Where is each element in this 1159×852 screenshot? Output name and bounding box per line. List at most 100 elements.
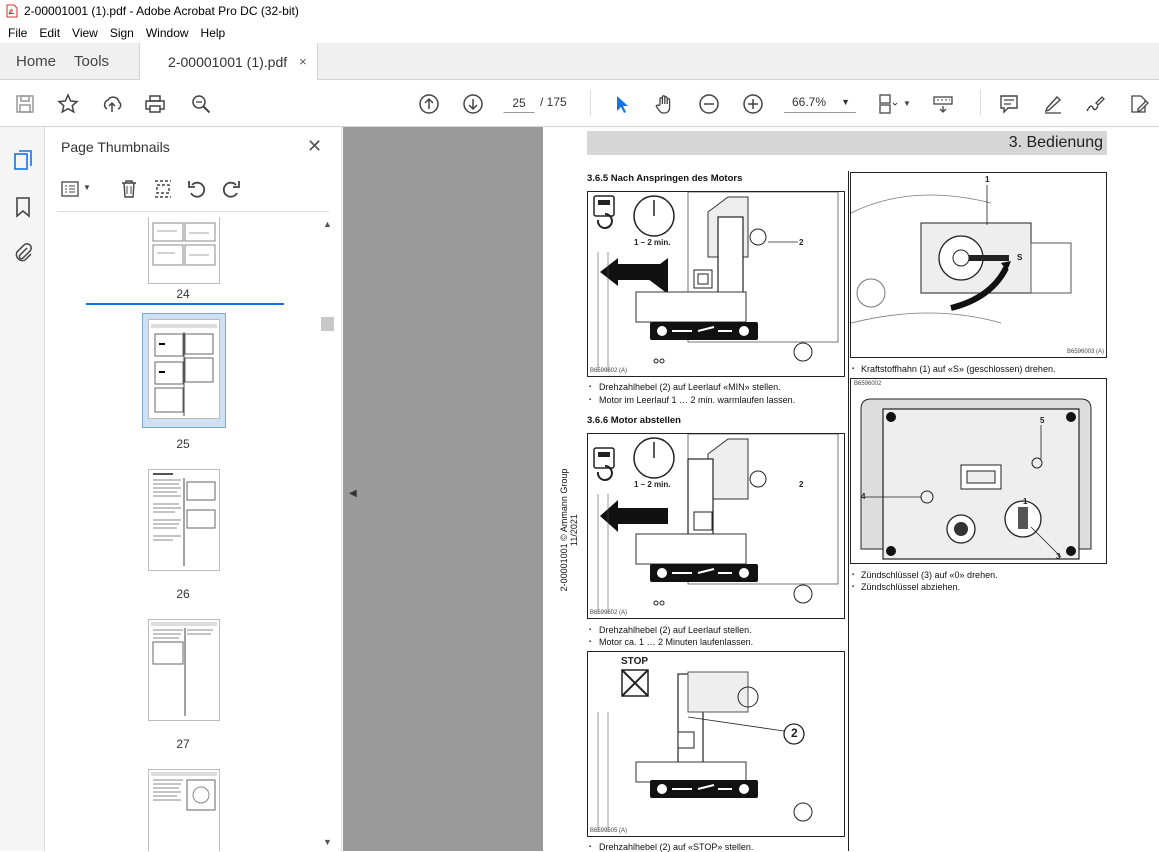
title-bar: 2-00001001 (1).pdf - Adobe Acrobat Pro D… bbox=[0, 0, 1159, 22]
tab-bar: Home Tools 2-00001001 (1).pdf × bbox=[0, 43, 1159, 80]
figure-callout: 1 bbox=[1023, 497, 1028, 506]
scroll-up-icon[interactable]: ▲ bbox=[323, 219, 332, 229]
menu-sign[interactable]: Sign bbox=[104, 26, 140, 40]
zoom-select[interactable]: 66.7% ▼ bbox=[784, 91, 856, 113]
caption: Zündschlüssel abziehen. bbox=[861, 582, 961, 592]
figure-callout: 2 bbox=[799, 238, 804, 247]
chevron-down-icon[interactable]: ▼ bbox=[83, 183, 91, 192]
thumbnail-page-27[interactable] bbox=[148, 619, 220, 721]
zoom-value: 66.7% bbox=[792, 95, 827, 109]
menu-window[interactable]: Window bbox=[140, 26, 195, 40]
menu-view[interactable]: View bbox=[66, 26, 104, 40]
tab-home[interactable]: Home bbox=[0, 43, 72, 79]
edit-pdf-icon[interactable] bbox=[1126, 91, 1152, 117]
figure-callout: 3 bbox=[1056, 552, 1061, 561]
star-icon[interactable] bbox=[55, 91, 81, 117]
tab-document[interactable]: 2-00001001 (1).pdf × bbox=[139, 43, 318, 80]
figure-callout: 1 bbox=[985, 175, 990, 184]
collapse-panel-icon[interactable]: ◀ bbox=[349, 488, 357, 499]
bullet: ▪ bbox=[589, 844, 592, 850]
tab-tools[interactable]: Tools bbox=[72, 43, 125, 79]
caption: Zündschlüssel (3) auf «0» drehen. bbox=[861, 570, 998, 580]
drop-indicator bbox=[86, 303, 284, 305]
panel-title: Page Thumbnails bbox=[61, 139, 170, 155]
tab-document-label: 2-00001001 (1).pdf bbox=[168, 53, 288, 70]
options-menu-icon[interactable] bbox=[59, 177, 83, 201]
figure-shutdown-idle: 1 – 2 min. 2 B6599602 (A) bbox=[587, 433, 845, 619]
left-nav-rail bbox=[0, 127, 45, 851]
figure-code: B6599505 (A) bbox=[590, 828, 628, 834]
close-tab-icon[interactable]: × bbox=[299, 54, 307, 69]
caption: Motor im Leerlauf 1 … 2 min. warmlaufen … bbox=[599, 395, 796, 405]
delete-icon[interactable] bbox=[117, 177, 141, 201]
highlight-pen-icon[interactable] bbox=[1040, 91, 1066, 117]
thumbnail-label-24: 24 bbox=[176, 287, 190, 301]
bullet: ▪ bbox=[852, 572, 855, 578]
thumbnail-scrollbar[interactable]: ▲ ▼ bbox=[321, 219, 335, 849]
bookmark-icon[interactable] bbox=[11, 195, 35, 219]
select-cursor-icon[interactable] bbox=[608, 91, 634, 117]
thumbnail-list: 24 25 26 27 bbox=[45, 217, 325, 851]
figure-callout: 2 bbox=[799, 480, 804, 489]
thumbnail-page-28[interactable] bbox=[148, 769, 220, 851]
bullet: ▪ bbox=[589, 397, 592, 403]
menu-help[interactable]: Help bbox=[195, 26, 232, 40]
chevron-down-icon: ▼ bbox=[841, 97, 850, 107]
figure-idle-warmup: 1 – 2 min. 2 B6599602 (A) bbox=[587, 191, 845, 377]
keyboard-scroll-icon[interactable] bbox=[930, 91, 956, 117]
upload-icon[interactable] bbox=[99, 91, 125, 117]
page-fit-icon[interactable] bbox=[874, 91, 900, 117]
menu-file[interactable]: File bbox=[2, 26, 33, 40]
previous-page-icon[interactable] bbox=[416, 91, 442, 117]
page-footer-text: 2-00001001 © Ammann Group 11/2021 bbox=[559, 468, 579, 592]
toolbar-separator bbox=[980, 90, 981, 116]
thumbnail-label-25: 25 bbox=[176, 437, 190, 451]
divider bbox=[57, 211, 329, 212]
window-title: 2-00001001 (1).pdf - Adobe Acrobat Pro D… bbox=[24, 4, 299, 18]
zoom-out-icon[interactable] bbox=[696, 91, 722, 117]
bullet: ▪ bbox=[589, 384, 592, 390]
attachment-icon[interactable] bbox=[11, 241, 35, 265]
bullet: ▪ bbox=[852, 366, 855, 372]
caption: Drehzahlhebel (2) auf Leerlauf «MIN» ste… bbox=[599, 382, 781, 392]
figure-callout: 4 bbox=[861, 492, 866, 501]
figure-time-label: 1 – 2 min. bbox=[634, 238, 671, 247]
page-thumbnails-panel: Page Thumbnails ✕ ▼ 24 25 26 27 ▲ ▼ bbox=[45, 127, 342, 851]
scrollbar-thumb[interactable] bbox=[321, 317, 334, 331]
toolbar-separator bbox=[590, 90, 591, 116]
hand-tool-icon[interactable] bbox=[652, 91, 678, 117]
column-divider bbox=[848, 171, 849, 851]
toolbar bbox=[0, 80, 1159, 127]
insert-page-icon[interactable] bbox=[151, 177, 175, 201]
acrobat-icon bbox=[6, 4, 18, 18]
next-page-icon[interactable] bbox=[460, 91, 486, 117]
page-number-input[interactable]: 25 bbox=[503, 91, 535, 113]
figure-code: B6596003 (A) bbox=[1067, 349, 1105, 355]
find-icon[interactable] bbox=[188, 91, 214, 117]
thumbnail-page-25[interactable] bbox=[148, 319, 220, 419]
print-icon[interactable] bbox=[142, 91, 168, 117]
page-thumbnails-icon[interactable] bbox=[11, 148, 35, 172]
chapter-title: 3. Bedienung bbox=[1008, 134, 1103, 151]
figure-time-label: 1 – 2 min. bbox=[634, 480, 671, 489]
zoom-in-icon[interactable] bbox=[740, 91, 766, 117]
figure-stop-lever: STOP 2 B6599505 (A) bbox=[587, 651, 845, 837]
thumbnail-page-26[interactable] bbox=[148, 469, 220, 571]
rotate-left-icon[interactable] bbox=[185, 177, 209, 201]
comment-icon[interactable] bbox=[996, 91, 1022, 117]
bullet: ▪ bbox=[852, 584, 855, 590]
figure-callout: 5 bbox=[1040, 416, 1045, 425]
rotate-right-icon[interactable] bbox=[219, 177, 243, 201]
save-icon[interactable] bbox=[12, 91, 38, 117]
page-header: 3. Bedienung bbox=[587, 131, 1107, 155]
thumbnail-page-24[interactable] bbox=[148, 217, 220, 284]
chevron-down-icon[interactable]: ▼ bbox=[903, 99, 911, 108]
scroll-down-icon[interactable]: ▼ bbox=[323, 837, 332, 847]
figure-code: B6599602 (A) bbox=[590, 368, 628, 374]
sign-icon[interactable] bbox=[1082, 91, 1108, 117]
menu-edit[interactable]: Edit bbox=[33, 26, 66, 40]
bullet: ▪ bbox=[589, 639, 592, 645]
close-icon[interactable]: ✕ bbox=[307, 136, 322, 157]
caption: Kraftstoffhahn (1) auf «S» (geschlossen)… bbox=[861, 364, 1056, 374]
figure-fuel-valve: 1 S B6596003 (A) bbox=[850, 172, 1107, 358]
